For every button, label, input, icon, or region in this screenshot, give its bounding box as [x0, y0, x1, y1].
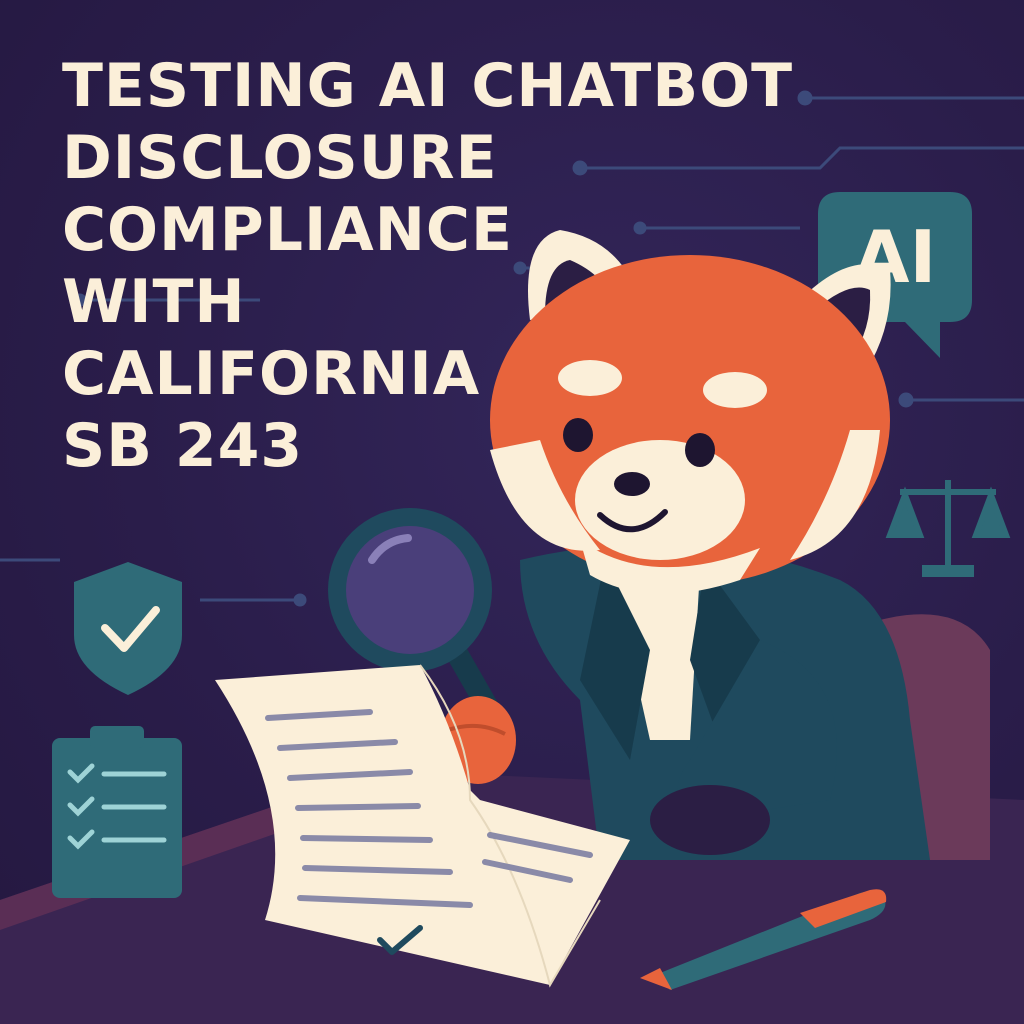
scales-of-justice-icon [885, 480, 1011, 577]
title-line: TESTING AI CHATBOT [62, 51, 793, 121]
checklist-clipboard-icon [52, 726, 182, 898]
title-line: WITH [62, 267, 246, 337]
title-line: DISCLOSURE [62, 123, 498, 193]
illustration: AI TESTING AI CHATBOT DISCLOSURE COMPLIA… [0, 0, 1024, 1024]
title-line: CALIFORNIA [62, 339, 481, 409]
page-title: TESTING AI CHATBOT DISCLOSURE COMPLIANCE… [62, 50, 793, 482]
title-line: COMPLIANCE [62, 195, 513, 265]
title-line: SB 243 [62, 411, 304, 481]
shield-check-icon [74, 562, 182, 695]
